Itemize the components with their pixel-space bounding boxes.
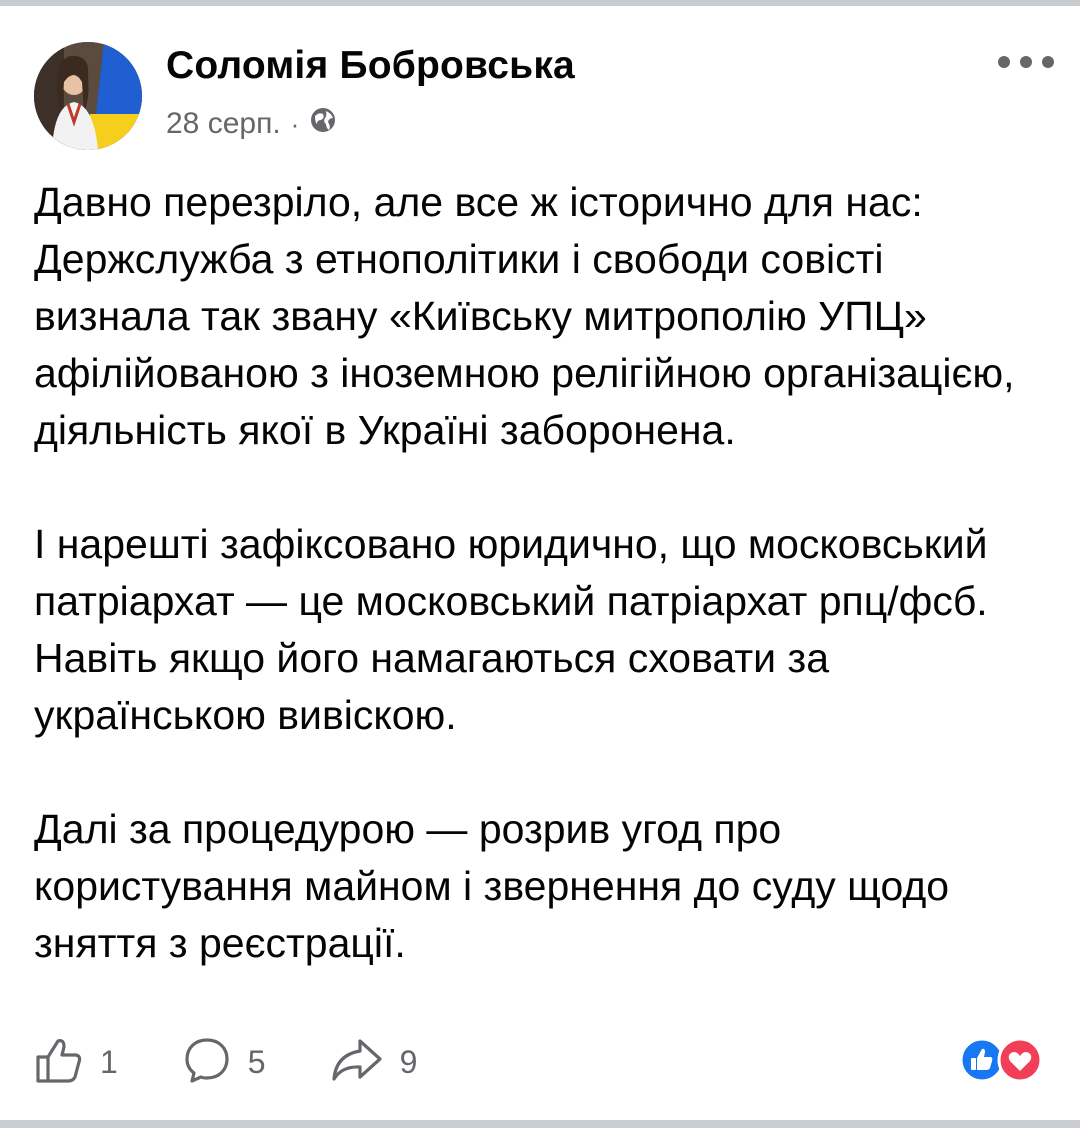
like-count: 1 — [100, 1043, 118, 1080]
author-name[interactable]: Соломія Бобровська — [166, 44, 575, 88]
more-dot — [1042, 56, 1054, 68]
comment-count: 5 — [247, 1043, 266, 1080]
share-button[interactable]: 9 — [330, 1035, 418, 1090]
comment-icon — [182, 1035, 232, 1090]
top-divider — [0, 0, 1080, 6]
comment-button[interactable]: 5 — [182, 1035, 266, 1090]
globe-icon — [309, 106, 337, 142]
like-button[interactable]: 1 — [34, 1035, 118, 1090]
meta-separator: · — [290, 108, 300, 139]
share-count: 9 — [399, 1043, 418, 1080]
bottom-divider — [0, 1120, 1080, 1128]
reactions-summary[interactable] — [958, 1036, 1048, 1084]
avatar-image — [34, 42, 142, 150]
love-reaction-icon — [997, 1037, 1043, 1083]
post-body: Давно перезріло, але все ж історично для… — [34, 174, 1044, 994]
post-timestamp[interactable]: 28 серп. — [166, 107, 281, 141]
post-paragraph: Далі за процедурою — розрив угод про кор… — [34, 806, 950, 966]
share-icon — [330, 1035, 384, 1090]
post-paragraph: Давно перезріло, але все ж історично для… — [34, 179, 1015, 453]
post-meta: 28 серп. · — [166, 104, 337, 144]
thumbs-up-icon — [34, 1035, 84, 1090]
more-dot — [998, 56, 1010, 68]
post-actions: 1 5 9 — [34, 1032, 481, 1092]
post-paragraph: І нарешті зафіксовано юридично, що моско… — [34, 521, 988, 738]
avatar[interactable] — [34, 42, 142, 150]
more-options-button[interactable] — [998, 50, 1054, 74]
like-reaction-icon — [959, 1037, 1005, 1083]
more-dot — [1020, 56, 1032, 68]
